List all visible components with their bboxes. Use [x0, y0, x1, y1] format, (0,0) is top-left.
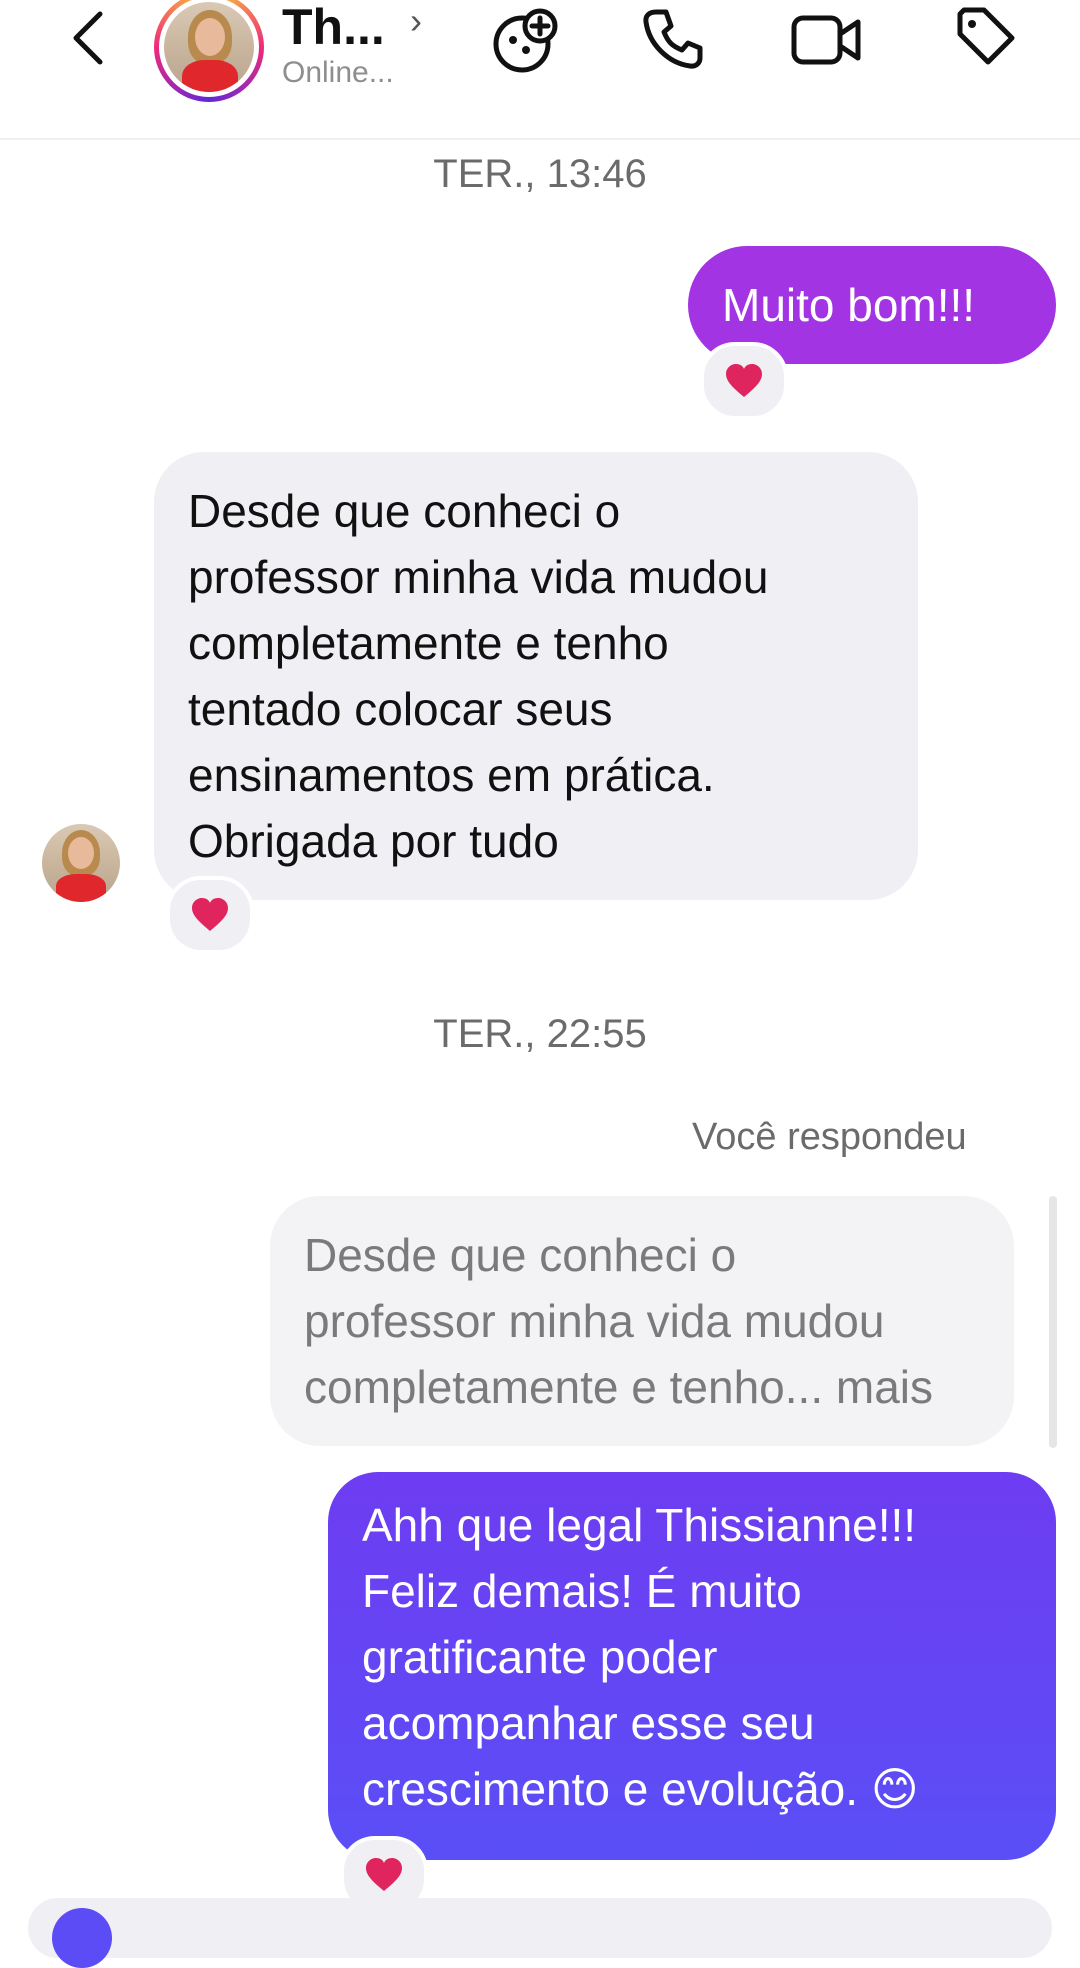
tag-icon[interactable]	[952, 4, 1018, 70]
profile-avatar[interactable]	[154, 0, 264, 102]
sent-message[interactable]: Ahh que legal Thissianne!!! Feliz demais…	[328, 1472, 1056, 1860]
chat-header: Th... › Online...	[0, 0, 1080, 140]
message-text: Ahh que legal Thissianne!!! Feliz demais…	[362, 1499, 919, 1815]
heart-icon	[192, 898, 228, 931]
message-text: Desde que conheci o professor minha vida…	[188, 485, 769, 867]
sender-avatar[interactable]	[42, 824, 120, 902]
message-text: Muito bom!!!	[722, 279, 976, 331]
reaction-badge[interactable]	[166, 876, 254, 954]
back-icon[interactable]	[66, 8, 110, 68]
timestamp: TER., 13:46	[433, 152, 647, 196]
heart-icon	[726, 364, 762, 397]
effects-icon[interactable]	[490, 4, 562, 76]
message-composer[interactable]	[28, 1898, 1052, 1958]
reaction-badge[interactable]	[700, 342, 788, 420]
timestamp: TER., 22:55	[433, 1012, 647, 1056]
video-icon[interactable]	[790, 8, 864, 70]
scrollbar[interactable]	[1049, 1196, 1057, 1448]
contact-name[interactable]: Th...	[282, 2, 385, 52]
received-message[interactable]: Desde que conheci o professor minha vida…	[154, 452, 918, 900]
quoted-message[interactable]: Desde que conheci o professor minha vida…	[270, 1196, 1014, 1446]
chevron-right-icon[interactable]: ›	[410, 0, 422, 42]
presence-status: Online...	[282, 56, 394, 89]
heart-icon	[366, 1858, 402, 1891]
phone-icon[interactable]	[640, 6, 706, 72]
camera-button[interactable]	[52, 1908, 112, 1968]
reply-label: Você respondeu	[692, 1116, 967, 1158]
quoted-text: Desde que conheci o professor minha vida…	[304, 1229, 933, 1413]
